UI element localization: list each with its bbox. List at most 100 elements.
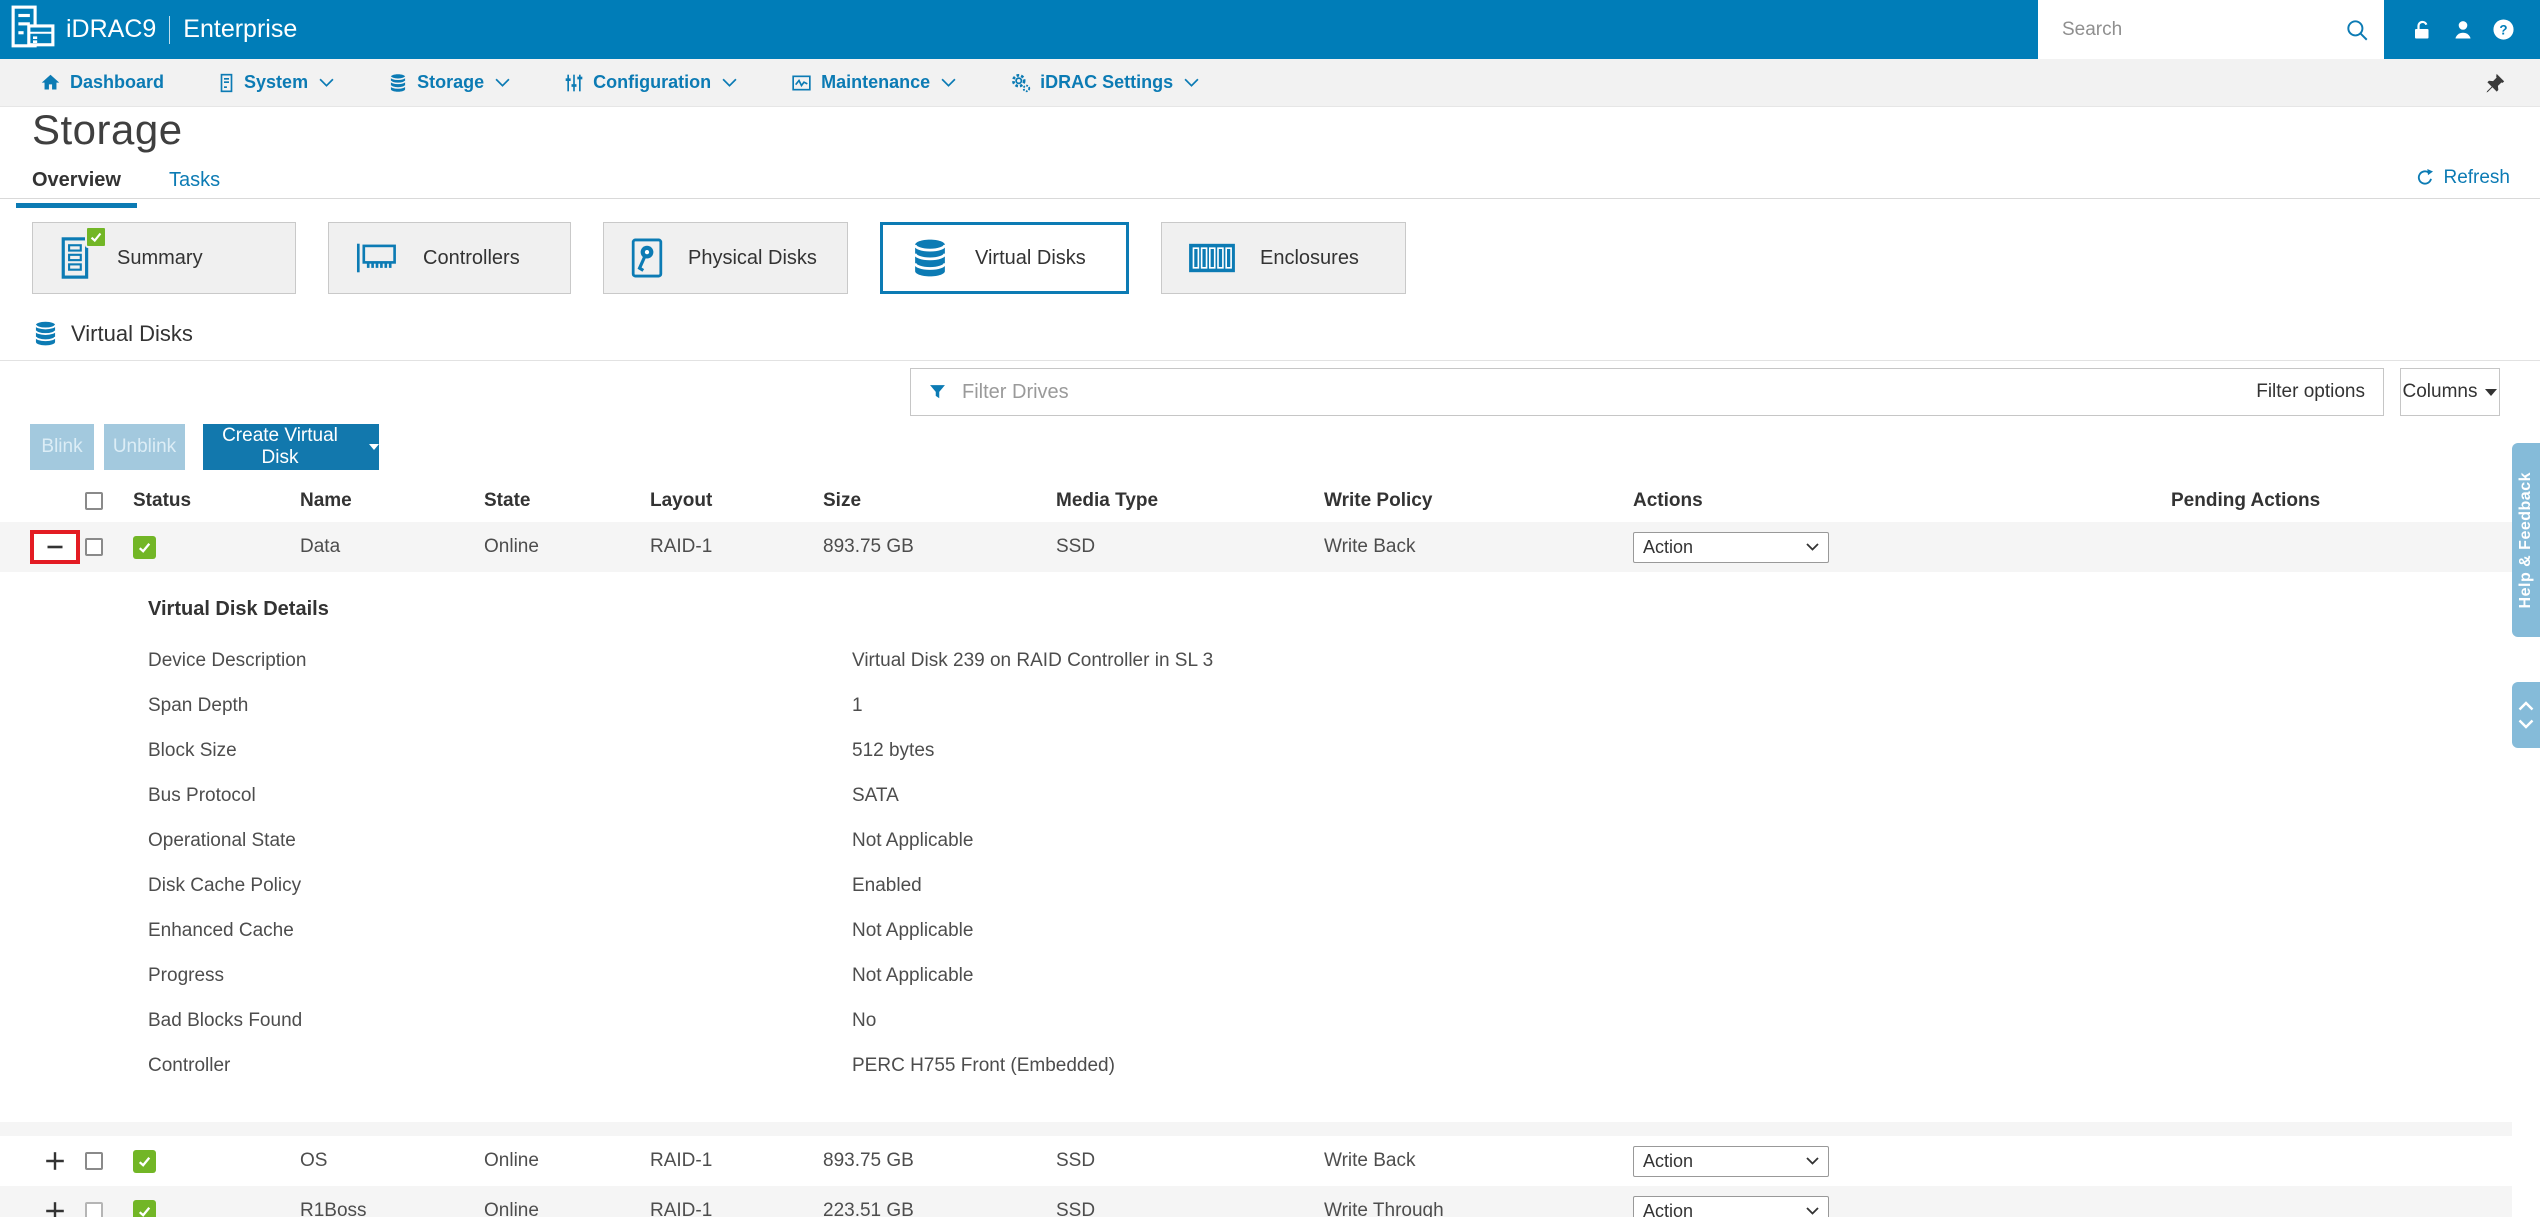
tab-overview[interactable]: Overview (16, 163, 137, 208)
nav-label: Configuration (593, 72, 712, 92)
chevron-up-icon[interactable] (2518, 701, 2534, 711)
expand-row-button[interactable] (30, 1194, 80, 1217)
action-dropdown[interactable]: Action (1633, 1145, 1829, 1177)
search-icon[interactable] (2344, 17, 2370, 43)
nav-label: Dashboard (70, 72, 165, 92)
card-controllers[interactable]: Controllers (328, 222, 571, 294)
row-checkbox[interactable] (85, 1202, 103, 1217)
topbar-icon-group: ? (2384, 18, 2540, 42)
cell-state: Online (484, 1200, 539, 1217)
create-virtual-disk-button[interactable]: Create Virtual Disk (203, 424, 379, 470)
nav-configuration[interactable]: Configuration (564, 72, 737, 93)
cell-name: OS (300, 1150, 328, 1171)
nav-idrac-settings[interactable]: iDRAC Settings (1010, 72, 1199, 93)
detail-value: No (852, 1009, 877, 1031)
collapse-row-button[interactable] (30, 530, 80, 564)
nav-dashboard[interactable]: Dashboard (40, 72, 164, 93)
detail-value: Virtual Disk 239 on RAID Controller in S… (852, 649, 1214, 671)
detail-row: Progress Not Applicable (148, 953, 2512, 998)
user-icon[interactable] (2451, 18, 2475, 42)
col-name: Name (300, 490, 352, 511)
storage-icon (388, 73, 408, 93)
search-box[interactable] (2038, 0, 2384, 59)
detail-value: PERC H755 Front (Embedded) (852, 1054, 1115, 1076)
edition-name: Enterprise (183, 15, 298, 43)
card-enclosures[interactable]: Enclosures (1161, 222, 1406, 294)
nav-label: iDRAC Settings (1040, 72, 1174, 92)
blink-button[interactable]: Blink (30, 424, 94, 470)
filter-drives-input[interactable] (962, 380, 2243, 404)
nav-maintenance[interactable]: Maintenance (791, 72, 956, 93)
tabs-divider (0, 198, 2540, 199)
unblink-button[interactable]: Unblink (104, 424, 185, 470)
cell-size: 893.75 GB (823, 536, 914, 557)
detail-value: Not Applicable (852, 964, 974, 986)
virtual-disks-icon (909, 236, 951, 280)
help-feedback-tab[interactable]: Help & Feedback (2512, 443, 2540, 637)
card-label: Controllers (423, 246, 520, 269)
search-input[interactable] (2062, 18, 2344, 41)
select-all-checkbox[interactable] (85, 492, 103, 510)
detail-label: Controller (148, 1054, 231, 1076)
action-dropdown[interactable]: Action (1633, 531, 1829, 563)
col-size: Size (823, 490, 862, 511)
filter-drives-box[interactable]: Filter options (910, 368, 2384, 416)
detail-value: SATA (852, 784, 899, 806)
virtual-disk-details-panel: Virtual Disk Details Device Description … (0, 572, 2512, 1122)
table-header-row: Status Name State Layout Size Media Type… (0, 480, 2512, 522)
detail-row: Bus Protocol SATA (148, 773, 2512, 818)
chevron-down-icon[interactable] (2518, 719, 2534, 729)
svg-text:?: ? (2499, 22, 2507, 37)
card-label: Summary (117, 246, 203, 269)
status-ok-icon (133, 1149, 156, 1173)
card-physical-disks[interactable]: Physical Disks (603, 222, 848, 294)
detail-value: Enabled (852, 874, 922, 896)
brand: iDRAC9 Enterprise (0, 4, 297, 55)
detail-row: Controller PERC H755 Front (Embedded) (148, 1043, 2512, 1088)
cell-layout: RAID-1 (650, 1150, 713, 1171)
columns-button[interactable]: Columns (2400, 368, 2500, 416)
refresh-button[interactable]: Refresh (2415, 167, 2510, 189)
detail-label: Disk Cache Policy (148, 874, 302, 896)
action-dropdown[interactable]: Action (1633, 1195, 1829, 1217)
pin-icon[interactable] (2484, 72, 2506, 94)
table-row-r1boss: R1Boss Online RAID-1 223.51 GB SSD Write… (0, 1186, 2512, 1217)
create-virtual-disk-label: Create Virtual Disk (222, 425, 338, 468)
help-icon[interactable]: ? (2492, 18, 2515, 41)
funnel-icon (927, 382, 948, 403)
cell-size: 893.75 GB (823, 1150, 914, 1171)
scroll-arrows-tab[interactable] (2512, 682, 2540, 748)
idrac-screen: iDRAC9 Enterprise Search ? Dashboard Sys… (0, 0, 2540, 1217)
detail-row: Enhanced Cache Not Applicable (148, 908, 2512, 953)
detail-row: Bad Blocks Found No (148, 998, 2512, 1043)
filter-options-link[interactable]: Filter options (2256, 381, 2365, 403)
unlock-icon[interactable] (2410, 18, 2434, 42)
tab-bar: Overview Tasks (16, 163, 236, 208)
detail-row: Block Size 512 bytes (148, 728, 2512, 773)
expand-row-button[interactable] (30, 1144, 80, 1178)
cell-layout: RAID-1 (650, 1200, 713, 1217)
status-ok-badge-icon (85, 226, 107, 248)
card-label: Enclosures (1260, 246, 1359, 269)
chevron-down-icon (1184, 78, 1199, 87)
row-separator (0, 1122, 2512, 1136)
row-checkbox[interactable] (85, 1152, 103, 1170)
card-summary[interactable]: Summary (32, 222, 296, 294)
refresh-icon (2415, 168, 2435, 188)
col-media-type: Media Type (1056, 490, 1159, 511)
chart-icon (791, 73, 812, 93)
card-virtual-disks[interactable]: Virtual Disks (880, 222, 1129, 294)
detail-value: 512 bytes (852, 739, 935, 761)
nav-system[interactable]: System (218, 72, 334, 93)
detail-value: Not Applicable (852, 829, 974, 851)
cell-write-policy: Write Through (1324, 1200, 1444, 1217)
card-label: Virtual Disks (975, 246, 1086, 269)
vd-toolbar: Blink Unblink Create Virtual Disk (30, 424, 379, 470)
sliders-icon (564, 73, 584, 93)
page-title: Storage (32, 106, 183, 153)
col-state: State (484, 490, 531, 511)
detail-row: Operational State Not Applicable (148, 818, 2512, 863)
tab-tasks[interactable]: Tasks (153, 163, 236, 208)
nav-storage[interactable]: Storage (388, 72, 510, 93)
row-checkbox[interactable] (85, 538, 103, 556)
